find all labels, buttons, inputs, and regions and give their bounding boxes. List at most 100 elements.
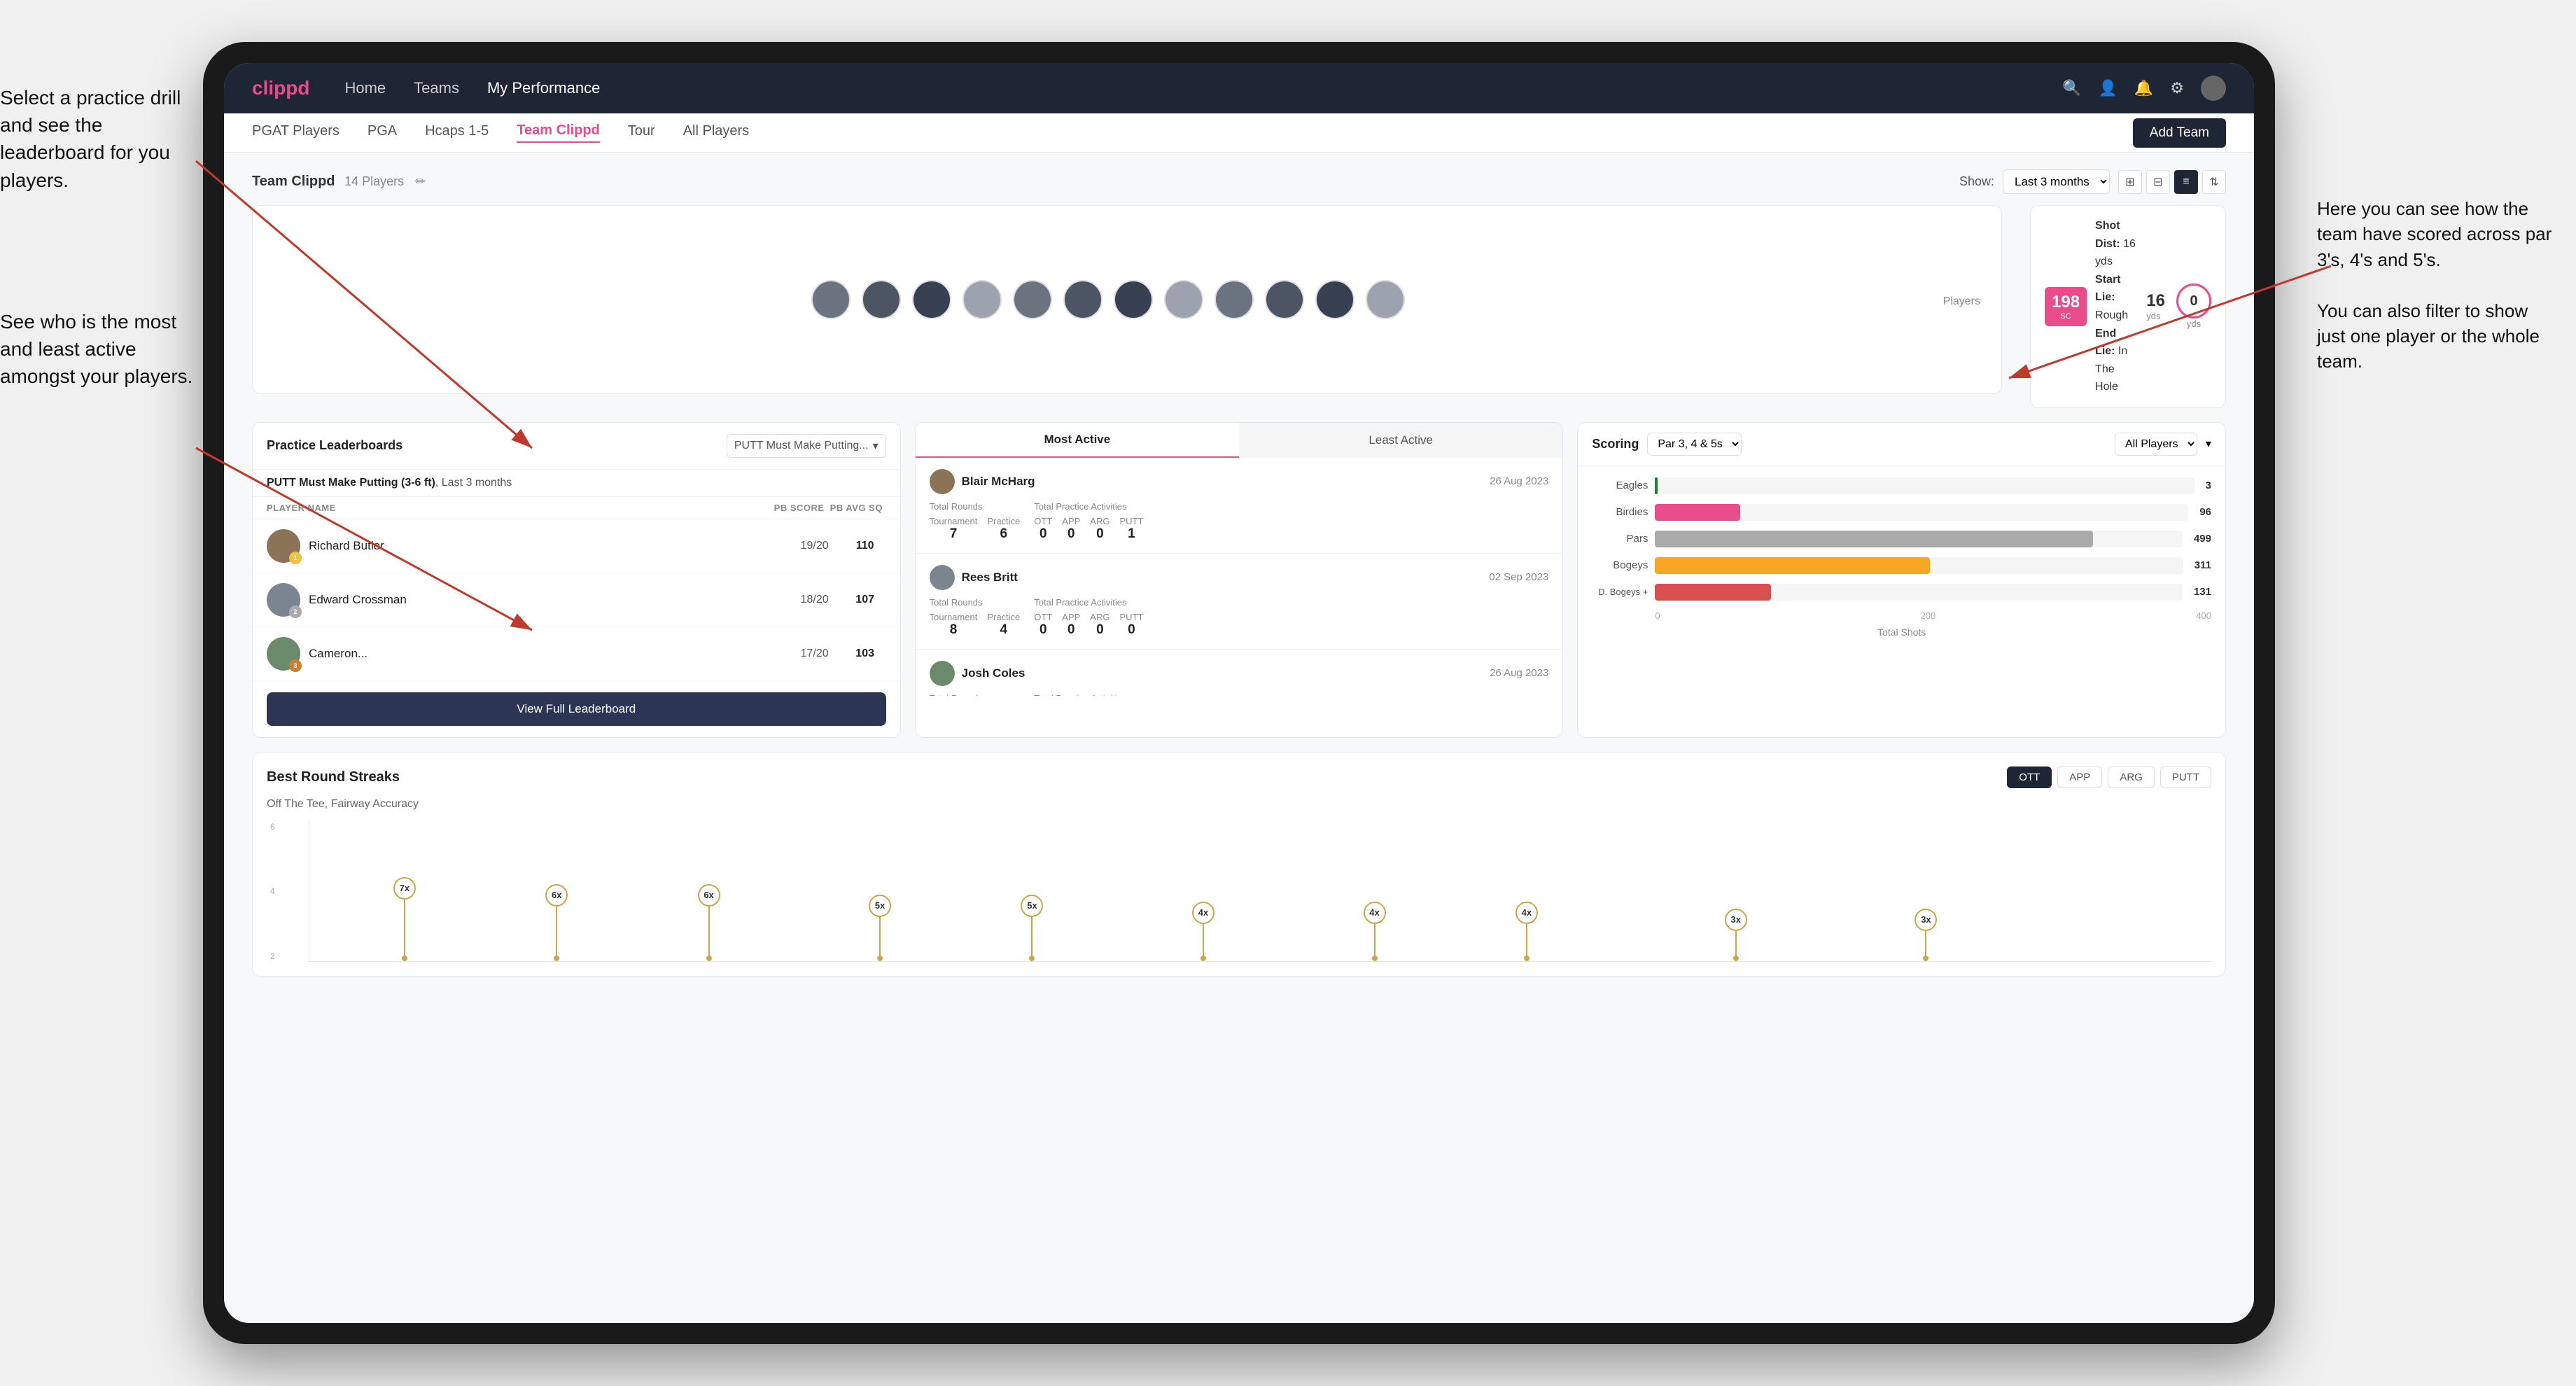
player-avatar-8[interactable] xyxy=(1164,280,1203,319)
people-icon[interactable]: 👤 xyxy=(2098,79,2117,97)
putt-stat-1: PUTT 1 xyxy=(1119,516,1143,542)
total-rounds-values: Tournament 7 Practice 6 xyxy=(930,516,1021,542)
add-team-button[interactable]: Add Team xyxy=(2133,118,2226,148)
pin-circle-10: 3x xyxy=(1914,909,1937,931)
shot-distance: 198 xyxy=(2052,293,2080,312)
activity-card: Most Active Least Active Blair McHarg 26… xyxy=(915,422,1564,738)
total-rounds-section: Total Rounds Tournament 7 Practice xyxy=(930,501,1021,542)
pin-line-10 xyxy=(1925,931,1926,955)
edit-icon[interactable]: ✏ xyxy=(415,174,426,189)
sub-nav-team-clippd[interactable]: Team Clippd xyxy=(517,122,600,143)
leaderboard-filter[interactable]: PUTT Must Make Putting... ▾ xyxy=(727,434,886,458)
streaks-subtitle: Off The Tee, Fairway Accuracy xyxy=(267,798,2211,811)
pin-line-9 xyxy=(1735,931,1737,955)
nav-teams[interactable]: Teams xyxy=(414,79,459,97)
view-grid4-button[interactable]: ⊞ xyxy=(2118,170,2142,194)
player-avatar-2[interactable] xyxy=(862,280,901,319)
tab-most-active[interactable]: Most Active xyxy=(916,423,1239,458)
bar-label-bogeys: Bogeys xyxy=(1592,559,1648,571)
search-icon[interactable]: 🔍 xyxy=(2062,79,2081,97)
view-filter-button[interactable]: ⇅ xyxy=(2202,170,2226,194)
streak-pin-9: 3x xyxy=(1725,909,1747,961)
bar-row-dbogeys: D. Bogeys + 131 xyxy=(1592,584,2211,601)
pin-circle-3: 6x xyxy=(698,884,720,906)
streak-filter-putt[interactable]: PUTT xyxy=(2160,766,2211,788)
sub-nav-pgat[interactable]: PGAT Players xyxy=(252,123,340,142)
streak-pin-4: 5x xyxy=(869,895,891,961)
view-full-leaderboard-button[interactable]: View Full Leaderboard xyxy=(267,692,886,726)
badge-bronze: 3 xyxy=(289,659,302,672)
nav-icons: 🔍 👤 🔔 ⚙ xyxy=(2062,76,2226,101)
pin-line-7 xyxy=(1374,924,1376,955)
streak-filter-app[interactable]: APP xyxy=(2057,766,2102,788)
streak-filter-arg[interactable]: ARG xyxy=(2108,766,2155,788)
player-avatar-5[interactable] xyxy=(1013,280,1052,319)
bar-value-dbogeys: 131 xyxy=(2194,586,2211,598)
streak-y-axis: 6 4 2 xyxy=(270,822,275,961)
settings-icon[interactable]: ⚙ xyxy=(2170,79,2184,97)
activity-avatar-1[interactable] xyxy=(930,469,955,494)
practice-activities-label: Total Practice Activities xyxy=(1034,501,1143,512)
sub-nav-hcaps[interactable]: Hcaps 1-5 xyxy=(425,123,489,142)
col-player-name: PLAYER NAME xyxy=(267,503,774,513)
view-grid2-button[interactable]: ⊟ xyxy=(2146,170,2170,194)
player-avatar-4[interactable] xyxy=(962,280,1002,319)
activity-avatar-3[interactable] xyxy=(930,661,955,686)
player-avatar-9[interactable] xyxy=(1214,280,1254,319)
activity-list: Blair McHarg 26 Aug 2023 Total Rounds To… xyxy=(916,458,1563,696)
players-row: Players xyxy=(252,205,2002,394)
player-avatar-3[interactable] xyxy=(912,280,951,319)
sub-nav-pga[interactable]: PGA xyxy=(368,123,397,142)
bar-label-eagles: Eagles xyxy=(1592,479,1648,491)
bar-fill-dbogeys xyxy=(1655,584,1771,601)
player-avatar-11[interactable] xyxy=(1315,280,1354,319)
sub-nav-all-players[interactable]: All Players xyxy=(683,123,749,142)
badge-silver: 2 xyxy=(289,606,302,618)
three-col-section: Practice Leaderboards PUTT Must Make Put… xyxy=(252,422,2226,738)
nav-home[interactable]: Home xyxy=(344,79,386,97)
table-row: 1 Richard Butler 19/20 110 xyxy=(253,519,900,573)
bar-label-dbogeys: D. Bogeys + xyxy=(1592,587,1648,597)
tablet-screen: clippd Home Teams My Performance 🔍 👤 🔔 ⚙… xyxy=(224,63,2254,1323)
bar-chart: Eagles 3 Birdies 96 xyxy=(1578,466,2225,649)
pin-circle-7: 4x xyxy=(1364,902,1386,924)
lb-score-3: 17/20 xyxy=(794,648,836,660)
player-count: 14 Players xyxy=(344,174,404,188)
player-avatar-1[interactable] xyxy=(811,280,850,319)
player-avatar-6[interactable] xyxy=(1063,280,1102,319)
bell-icon[interactable]: 🔔 xyxy=(2134,79,2153,97)
tab-least-active[interactable]: Least Active xyxy=(1239,423,1562,458)
view-list-button[interactable]: ≡ xyxy=(2174,170,2198,194)
activity-avatar-2[interactable] xyxy=(930,565,955,590)
pin-circle-8: 4x xyxy=(1516,902,1538,924)
player-avatar-lb1[interactable]: 1 xyxy=(267,529,300,563)
bar-value-birdies: 96 xyxy=(2199,506,2211,518)
player-avatar-lb2[interactable]: 2 xyxy=(267,583,300,617)
player-avatar-lb3[interactable]: 3 xyxy=(267,637,300,671)
shot-num1-unit: yds xyxy=(2146,311,2165,321)
axis-0: 0 xyxy=(1655,610,1660,621)
leaderboard-title: Practice Leaderboards xyxy=(267,438,402,453)
shot-circle: 0 xyxy=(2176,284,2211,318)
show-period-select[interactable]: Last 3 months Last 6 months This year xyxy=(2003,169,2110,194)
app-stat-1: APP 0 xyxy=(1062,516,1080,542)
scoring-filter-holes[interactable]: Par 3, 4 & 5s Par 3s Par 4s Par 5s xyxy=(1647,433,1742,456)
shot-num2-unit: yds xyxy=(2176,318,2211,329)
pin-dot-3 xyxy=(706,955,712,961)
scoring-filter-players[interactable]: All Players xyxy=(2115,433,2197,456)
streak-chart: 7x 6x 6x 5x xyxy=(309,822,2211,962)
sub-nav-tour[interactable]: Tour xyxy=(628,123,655,142)
player-avatar-10[interactable] xyxy=(1265,280,1304,319)
bar-row-birdies: Birdies 96 xyxy=(1592,504,2211,521)
activity-name-3: Josh Coles xyxy=(962,666,1483,680)
bar-track-eagles xyxy=(1655,477,2194,494)
streak-filter-ott[interactable]: OTT xyxy=(2007,766,2052,788)
activity-stats-1: Total Rounds Tournament 7 Practice xyxy=(930,501,1549,542)
streak-pin-6: 4x xyxy=(1192,902,1214,961)
pin-dot-9 xyxy=(1733,955,1739,961)
nav-my-performance[interactable]: My Performance xyxy=(487,79,600,97)
player-avatar-12[interactable] xyxy=(1366,280,1405,319)
avatar[interactable] xyxy=(2201,76,2226,101)
player-avatar-7[interactable] xyxy=(1114,280,1153,319)
total-rounds-label: Total Rounds xyxy=(930,501,1021,512)
